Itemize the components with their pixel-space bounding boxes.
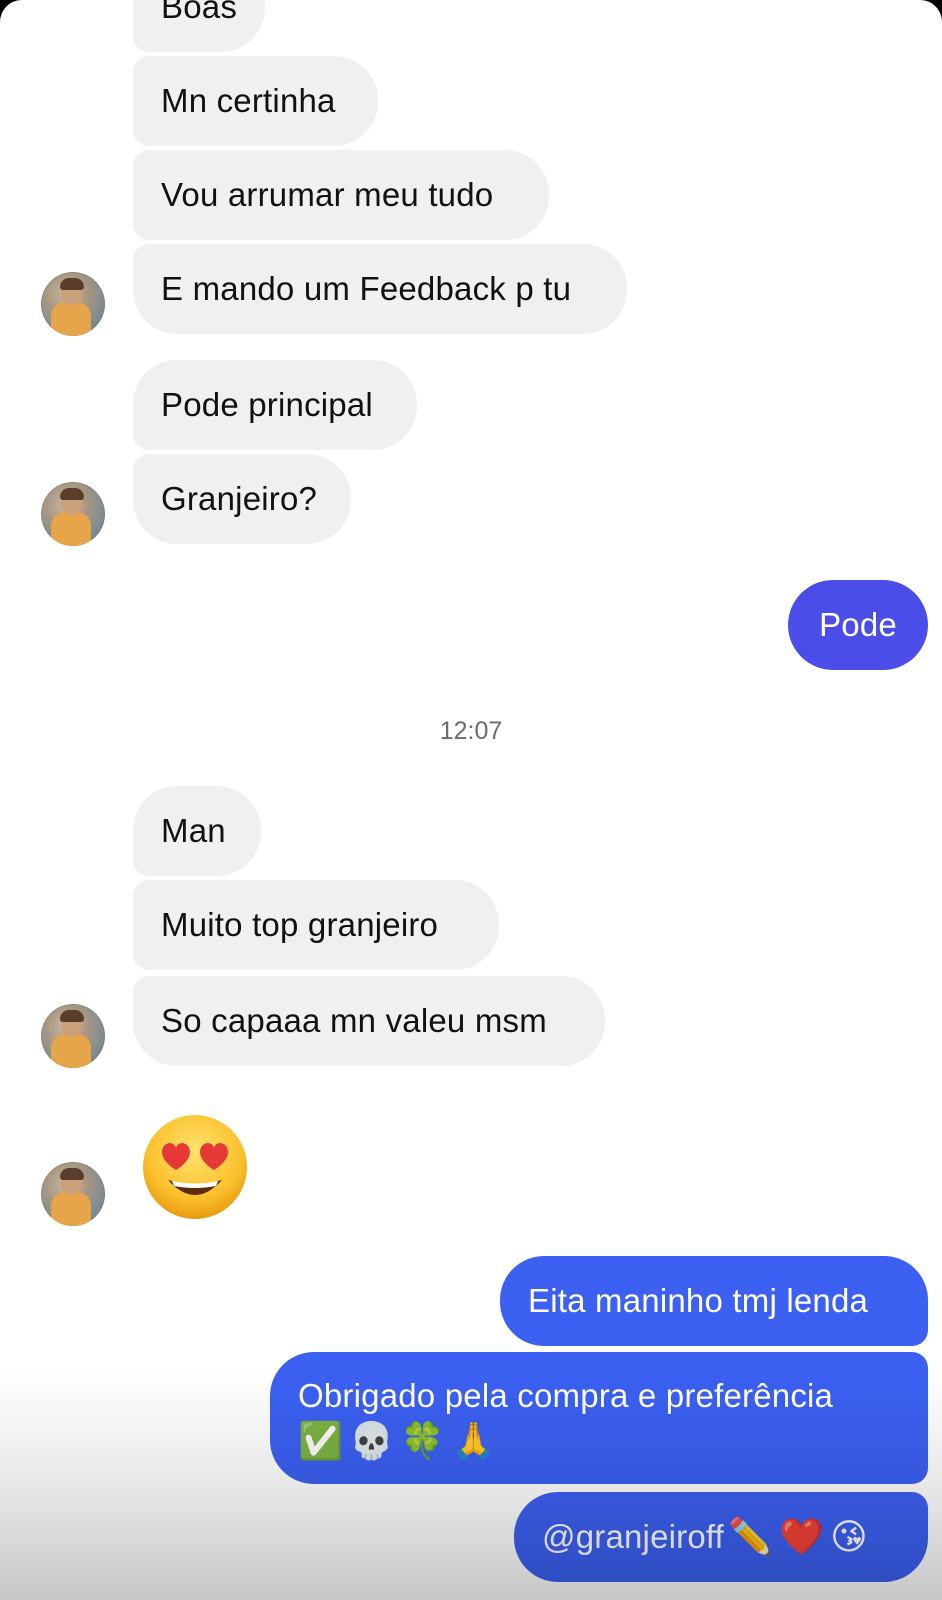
message-text: Granjeiro? <box>161 480 318 517</box>
avatar-hair <box>60 488 84 500</box>
contact-avatar[interactable] <box>41 482 105 546</box>
skull-emoji: 💀 <box>349 1420 395 1461</box>
message-bubble-incoming[interactable]: Vou arrumar meu tudo <box>133 150 549 240</box>
message-text: Obrigado pela compra e preferência <box>298 1377 834 1414</box>
avatar-figure <box>51 1034 91 1068</box>
message-text: Pode principal <box>161 386 373 423</box>
red-heart-emoji: ❤️ <box>779 1516 825 1557</box>
message-text: Pode <box>819 606 897 643</box>
message-text: @granjeiroff <box>542 1518 725 1555</box>
message-text: Mn certinha <box>161 82 336 119</box>
message-bubble-incoming[interactable]: Mn certinha <box>133 56 378 146</box>
avatar-hair <box>60 1010 84 1022</box>
message-bubble-incoming[interactable]: E mando um Feedback p tu <box>133 244 627 334</box>
emoji-row: ✅ 💀 🍀 🙏 <box>298 1419 496 1463</box>
avatar-figure <box>51 302 91 336</box>
check-mark-emoji: ✅ <box>298 1420 344 1461</box>
message-text: Eita maninho tmj lenda <box>528 1282 869 1319</box>
message-bubble-outgoing[interactable]: Eita maninho tmj lenda <box>500 1256 928 1346</box>
message-bubble-outgoing[interactable]: Obrigado pela compra e preferência ✅ 💀 🍀… <box>270 1352 928 1484</box>
message-bubble-incoming[interactable]: Man <box>133 786 261 876</box>
message-text: Man <box>161 812 226 849</box>
clover-emoji: 🍀 <box>400 1420 446 1461</box>
message-bubble-incoming[interactable]: Muito top granjeiro <box>133 880 499 970</box>
contact-avatar[interactable] <box>41 1162 105 1226</box>
avatar-hair <box>60 278 84 290</box>
message-bubble-incoming[interactable]: Boas <box>133 0 266 52</box>
message-bubble-outgoing[interactable]: @granjeiroff ✏️ ❤️ 😘 <box>514 1492 928 1582</box>
pencil-emoji: ✏️ <box>728 1516 774 1557</box>
message-bubble-outgoing[interactable]: Pode <box>788 580 928 670</box>
avatar-hair <box>60 1168 84 1180</box>
message-bubble-incoming[interactable]: Pode principal <box>133 360 417 450</box>
message-bubble-incoming[interactable]: So capaaa mn valeu msm <box>133 976 605 1066</box>
avatar-figure <box>51 1192 91 1226</box>
message-text: So capaaa mn valeu msm <box>161 1002 547 1039</box>
avatar-figure <box>51 512 91 546</box>
message-bubble-incoming[interactable]: Granjeiro? <box>133 454 351 544</box>
emoji-row: ✏️ ❤️ 😘 <box>728 1515 868 1559</box>
folded-hands-emoji: 🙏 <box>451 1420 497 1461</box>
message-text: Vou arrumar meu tudo <box>161 176 494 213</box>
message-text: Boas <box>161 0 238 25</box>
message-text: Muito top granjeiro <box>161 906 439 943</box>
contact-avatar[interactable] <box>41 1004 105 1068</box>
timestamp: 12:07 <box>439 717 503 745</box>
message-text: E mando um Feedback p tu <box>161 270 572 307</box>
heart-eyes-emoji[interactable] <box>140 1112 250 1222</box>
kissing-face-emoji: 😘 <box>830 1516 868 1557</box>
chat-screen: Boas Mn certinha Vou arrumar meu tudo E … <box>0 0 942 1600</box>
contact-avatar[interactable] <box>41 272 105 336</box>
